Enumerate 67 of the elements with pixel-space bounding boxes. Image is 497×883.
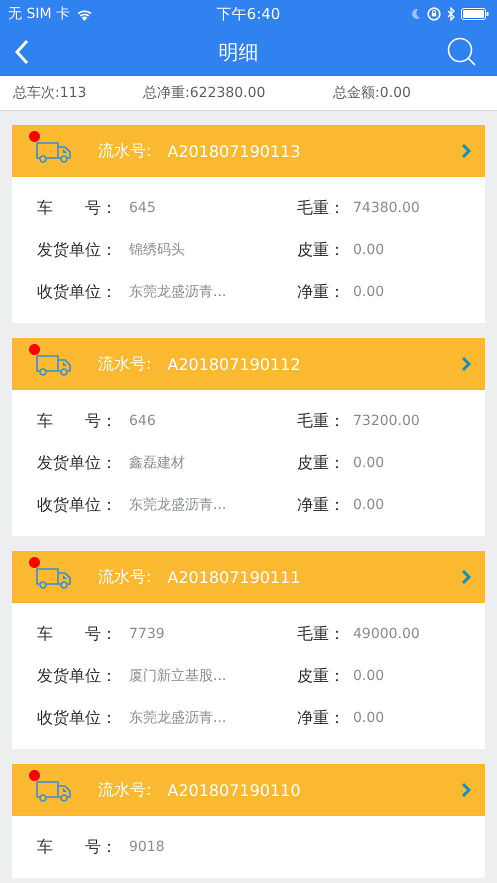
- field-label: 车 号：: [37, 624, 118, 644]
- field-value: 0.00: [353, 668, 384, 684]
- carrier-text: 无 SIM 卡: [8, 5, 70, 23]
- field-value: 0.00: [353, 242, 384, 258]
- page-title: 明细: [218, 38, 258, 66]
- field-value: 73200.00: [353, 413, 420, 429]
- wifi-icon: [76, 8, 93, 20]
- rotation-lock-icon: [427, 7, 441, 21]
- record-card[interactable]: 流水号: A201807190112 车 号： 646 毛重： 73200.00 发货单位： 鑫磊建材 皮重： 0.00 收货单位： 东莞龙盛沥青... 净重： 0.00: [12, 338, 485, 536]
- field-label: 毛重：: [297, 624, 346, 644]
- field-value: 9018: [129, 839, 165, 855]
- field-value: 74380.00: [353, 200, 420, 216]
- serial-label: 流水号:: [98, 140, 152, 162]
- field-label: 毛重：: [297, 410, 346, 432]
- serial-label: 流水号:: [98, 354, 152, 374]
- field-value: 0.00: [353, 710, 384, 726]
- field-value: 锦绣码头: [129, 241, 185, 259]
- field-value: 东莞龙盛沥青...: [129, 709, 226, 727]
- serial-number: A201807190112: [167, 354, 302, 374]
- summary-stat: 总车次:113: [13, 84, 88, 102]
- moon-icon: [411, 8, 421, 20]
- field-label: 净重：: [297, 708, 346, 728]
- chevron-icon[interactable]: [461, 143, 471, 159]
- field-label: 发货单位：: [37, 666, 118, 686]
- field-value: 厦门新立基股...: [129, 667, 226, 685]
- field-label: 收货单位：: [37, 282, 118, 302]
- field-value: 东莞龙盛沥青...: [129, 283, 226, 301]
- field-value: 646: [129, 413, 156, 429]
- field-value: 0.00: [353, 497, 384, 513]
- field-label: 收货单位：: [37, 494, 118, 516]
- record-card[interactable]: 流水号: A201807190111 车 号： 7739 毛重： 49000.00 发货单位： 厦门新立基股... 皮重： 0.00 收货单位： 东莞龙盛沥青... 净重： 0.00: [12, 551, 485, 749]
- field-value: 7739: [129, 626, 165, 642]
- summary-stat: 总金额:0.00: [333, 84, 411, 102]
- search-icon[interactable]: [447, 37, 477, 67]
- field-value: 0.00: [353, 455, 384, 471]
- field-label: 毛重：: [297, 198, 346, 218]
- field-label: 发货单位：: [37, 240, 118, 260]
- field-label: 皮重：: [297, 240, 346, 260]
- field-label: 净重：: [297, 494, 346, 516]
- field-label: 车 号：: [37, 836, 118, 858]
- field-value: 鑫磊建材: [129, 454, 185, 472]
- field-label: 车 号：: [37, 198, 118, 218]
- status-time: 下午6:40: [216, 4, 280, 24]
- serial-number: A201807190111: [167, 568, 302, 586]
- bluetooth-icon: [447, 7, 455, 21]
- back-icon[interactable]: [14, 39, 30, 65]
- chevron-icon[interactable]: [461, 356, 471, 372]
- chevron-icon[interactable]: [461, 782, 471, 798]
- field-label: 皮重：: [297, 666, 346, 686]
- field-value: 49000.00: [353, 626, 420, 642]
- serial-number: A201807190113: [167, 142, 302, 160]
- field-label: 皮重：: [297, 452, 346, 474]
- field-label: 收货单位：: [37, 708, 118, 728]
- field-label: 发货单位：: [37, 452, 118, 474]
- field-label: 净重：: [297, 282, 346, 302]
- field-value: 645: [129, 200, 156, 216]
- serial-label: 流水号:: [98, 780, 152, 800]
- battery-icon: [461, 8, 489, 20]
- chevron-icon[interactable]: [461, 569, 471, 585]
- field-label: 车 号：: [37, 410, 118, 432]
- field-value: 0.00: [353, 284, 384, 300]
- record-card[interactable]: 流水号: A201807190113 车 号： 645 毛重： 74380.00 发货单位： 锦绣码头 皮重： 0.00 收货单位： 东莞龙盛沥青... 净重： 0.00: [12, 125, 485, 323]
- summary-stat: 总净重:622380.00: [143, 84, 266, 102]
- field-value: 东莞龙盛沥青...: [129, 496, 226, 514]
- record-card[interactable]: 流水号: A201807190110 车 号： 9018: [12, 764, 485, 878]
- serial-label: 流水号:: [98, 566, 152, 588]
- serial-number: A201807190110: [167, 780, 302, 800]
